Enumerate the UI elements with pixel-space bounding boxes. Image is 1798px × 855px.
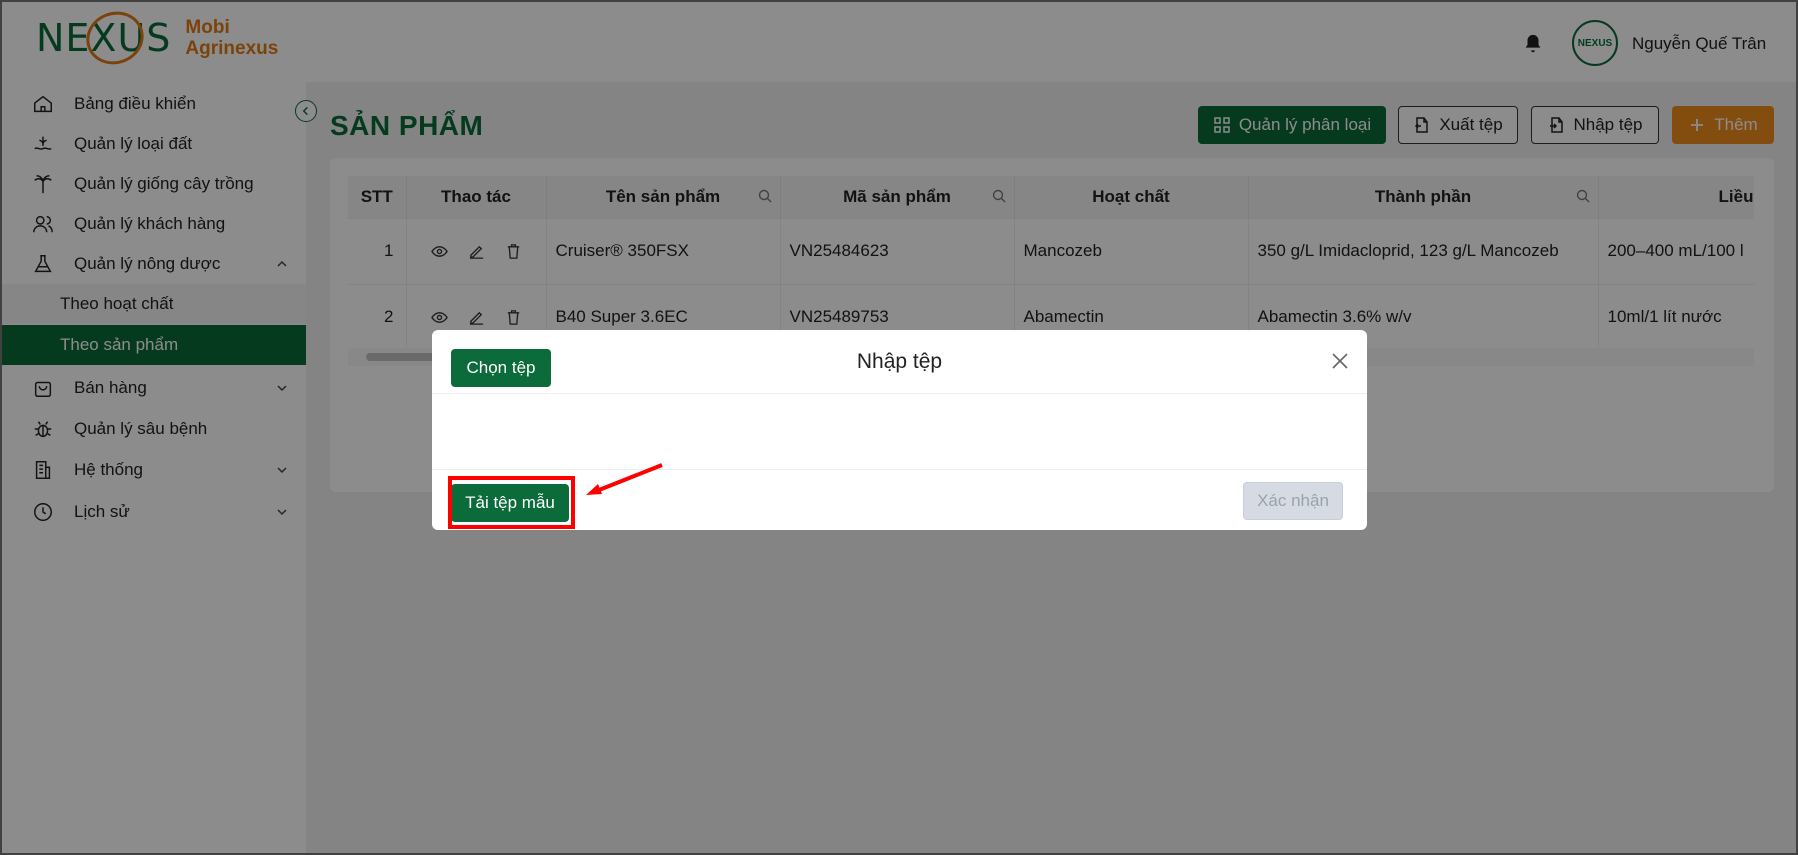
confirm-button[interactable]: Xác nhận [1243, 482, 1343, 520]
modal-body [432, 394, 1367, 470]
annotation-arrow-icon [586, 463, 663, 495]
modal-title: Nhập tệp [432, 330, 1367, 394]
annotation-highlight-box [448, 476, 575, 529]
close-icon[interactable] [1331, 352, 1349, 370]
choose-file-button[interactable]: Chọn tệp [451, 349, 551, 387]
